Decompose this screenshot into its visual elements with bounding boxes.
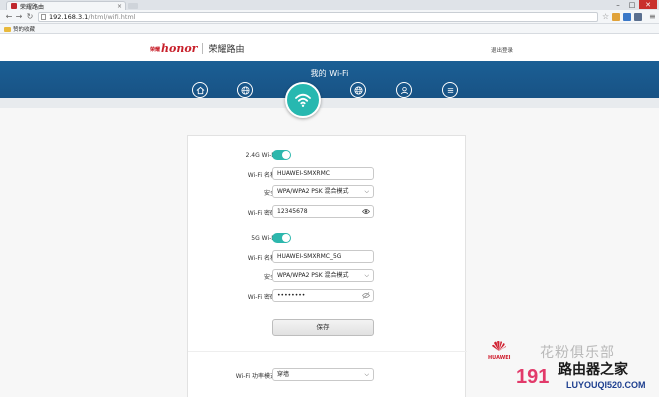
wifi5-security-value: WPA/WPA2 PSK 混合模式 [277, 272, 349, 279]
home-icon[interactable] [192, 82, 208, 98]
browser-titlebar: 荣耀路由 × – □ ✕ [0, 0, 659, 11]
watermark: HUAWEI 花粉俱乐部 路由器之家 191 LUYOUQI520.COM [488, 340, 659, 397]
chevron-down-icon: ⌵ [364, 188, 369, 195]
browser-toolbar: ← → ↻ 192.168.3.1/html/wifi.html ☆ ≡ [0, 10, 659, 24]
chevron-down-icon: ⌵ [364, 272, 369, 279]
wifi5-name-row: Wi-Fi 名称 HUAWEI-SMXRMC_5G [188, 250, 467, 264]
wifi5-password-value: •••••••• [277, 292, 306, 299]
bookmark-label: 赞的收藏 [13, 27, 36, 33]
router-header: 荣耀honor 荣耀路由 退出登录 [0, 35, 659, 62]
maximize-button[interactable]: □ [625, 0, 639, 9]
wifi24-password-value: 12345678 [277, 208, 308, 215]
wifi5-password-row: Wi-Fi 密码 •••••••• [188, 289, 467, 303]
globe-settings-icon[interactable] [350, 82, 366, 98]
logo-divider [202, 43, 204, 54]
honor-logo: 荣耀honor 荣耀路由 [150, 42, 245, 55]
logo-small-text: 荣耀 [150, 46, 161, 53]
forward-button[interactable]: → [14, 12, 24, 22]
wifi5-security-row: 安全 WPA/WPA2 PSK 混合模式 ⌵ [188, 269, 467, 283]
close-window-button[interactable]: ✕ [639, 0, 657, 9]
wifi24-security-row: 安全 WPA/WPA2 PSK 混合模式 ⌵ [188, 185, 467, 199]
brand-name: 荣耀路由 [208, 45, 245, 55]
page-title: 我的 Wi-Fi [310, 69, 349, 78]
logo-text: honor [161, 42, 198, 55]
wifi24-name-input[interactable]: HUAWEI-SMXRMC [272, 167, 374, 180]
user-icon[interactable] [396, 82, 412, 98]
wifi24-toggle-row: 2.4G Wi-Fi [188, 149, 467, 163]
power-mode-row: Wi-Fi 功率模式 穿墙 ⌵ [188, 368, 467, 382]
browser-tab[interactable]: 荣耀路由 × [6, 1, 126, 11]
power-mode-value: 穿墙 [277, 371, 290, 378]
wifi5-name-value: HUAWEI-SMXRMC_5G [277, 253, 342, 260]
eye-icon[interactable] [362, 208, 370, 215]
window-controls: – □ ✕ [611, 0, 657, 9]
watermark-brand: HUAWEI [488, 355, 511, 361]
wifi24-name-value: HUAWEI-SMXRMC [277, 170, 330, 177]
bookmark-star-icon[interactable]: ☆ [602, 12, 609, 21]
wifi24-security-value: WPA/WPA2 PSK 混合模式 [277, 188, 349, 195]
back-button[interactable]: ← [4, 12, 14, 22]
bookmark-item[interactable]: 赞的收藏 [4, 25, 35, 33]
router-page: 荣耀honor 荣耀路由 退出登录 我的 Wi-Fi 2.4G Wi-Fi Wi… [0, 35, 659, 397]
wifi24-name-row: Wi-Fi 名称 HUAWEI-SMXRMC [188, 167, 467, 181]
huawei-logo-icon [492, 341, 506, 351]
tab-close-icon[interactable]: × [117, 3, 122, 10]
wifi-icon[interactable] [285, 82, 321, 118]
watermark-number: 191 [516, 366, 550, 388]
wifi5-security-select[interactable]: WPA/WPA2 PSK 混合模式 ⌵ [272, 269, 374, 282]
wifi-settings-card: 2.4G Wi-Fi Wi-Fi 名称 HUAWEI-SMXRMC 安全 WPA… [187, 135, 467, 397]
wifi24-password-input[interactable]: 12345678 [272, 205, 374, 218]
power-mode-select[interactable]: 穿墙 ⌵ [272, 368, 374, 381]
reload-button[interactable]: ↻ [25, 12, 35, 22]
wifi5-password-input[interactable]: •••••••• [272, 289, 374, 302]
divider [188, 351, 467, 352]
wifi5-toggle[interactable] [272, 233, 291, 243]
watermark-text-cn: 路由器之家 [558, 362, 628, 378]
nav-strip [0, 98, 659, 108]
chevron-down-icon: ⌵ [364, 371, 369, 378]
wifi5-name-input[interactable]: HUAWEI-SMXRMC_5G [272, 250, 374, 263]
globe-icon[interactable] [237, 82, 253, 98]
url-path: /html/wifi.html [88, 13, 136, 21]
wifi5-toggle-row: 5G Wi-Fi [188, 232, 467, 246]
address-bar[interactable]: 192.168.3.1/html/wifi.html [38, 12, 598, 22]
logout-link[interactable]: 退出登录 [491, 46, 513, 54]
extension-icon[interactable] [612, 13, 620, 21]
extension-icon[interactable] [634, 13, 642, 21]
wifi24-security-select[interactable]: WPA/WPA2 PSK 混合模式 ⌵ [272, 185, 374, 198]
new-tab-button[interactable] [128, 3, 138, 9]
extension-icon[interactable] [623, 13, 631, 21]
minimize-button[interactable]: – [611, 0, 625, 9]
power-mode-label: Wi-Fi 功率模式 [235, 373, 276, 380]
bookmarks-bar: 赞的收藏 [0, 24, 659, 34]
url-host: 192.168.3.1 [49, 13, 89, 21]
logo-mark: 荣耀honor [150, 42, 197, 55]
tab-favicon-icon [11, 3, 17, 9]
eye-slash-icon[interactable] [362, 292, 370, 299]
folder-icon [4, 26, 11, 32]
menu-icon[interactable] [442, 82, 458, 98]
watermark-url: LUYOUQI520.COM [566, 380, 646, 390]
page-icon [41, 14, 46, 20]
wifi24-password-row: Wi-Fi 密码 12345678 [188, 205, 467, 219]
wifi24-toggle[interactable] [272, 150, 291, 160]
save-button[interactable]: 保存 [272, 319, 374, 336]
browser-menu-icon[interactable]: ≡ [649, 12, 656, 21]
nav-banner: 我的 Wi-Fi [0, 61, 659, 108]
